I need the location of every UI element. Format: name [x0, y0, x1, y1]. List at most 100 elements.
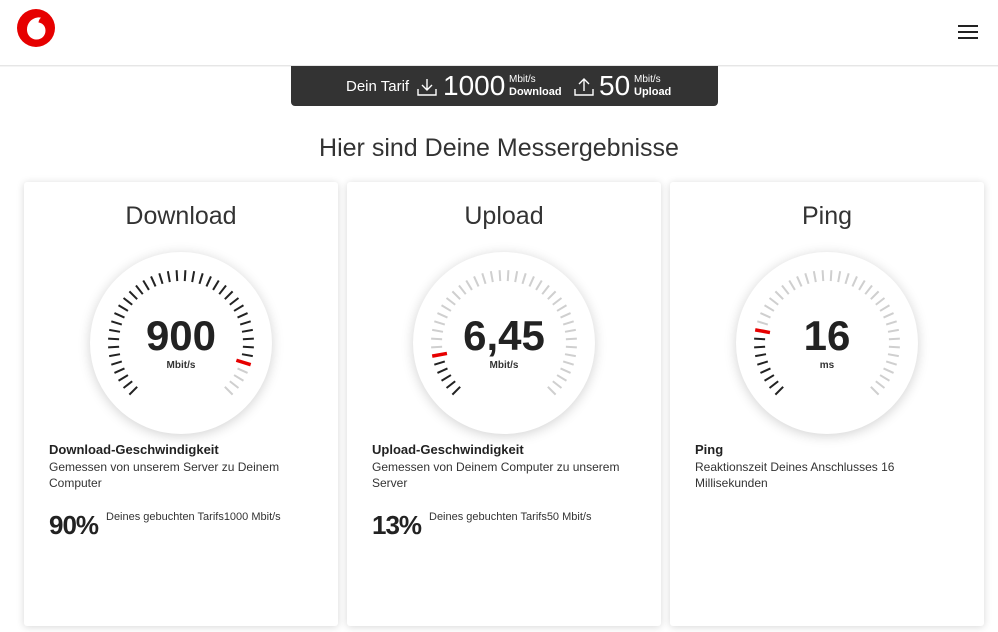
gauge-tick [441, 304, 452, 312]
gauge-tick [879, 374, 890, 382]
gauge-value: 900 [145, 312, 217, 359]
gauge-tick [229, 380, 240, 389]
gauge-tick [150, 276, 157, 287]
info-description: Gemessen von Deinem Computer zu unserem … [372, 460, 620, 490]
gauge-tick [451, 290, 461, 300]
gauge-tick [506, 270, 510, 282]
gauge-unit: Mbit/s [489, 360, 519, 371]
upload-gauge: 6,45 Mbit/s [413, 252, 595, 434]
gauge-tick [788, 280, 796, 291]
gauge-tick [233, 304, 244, 312]
info-description: Reaktionszeit Deines Anschlusses 16 Mill… [695, 460, 895, 490]
gauge-unit: Mbit/s [166, 360, 196, 371]
card-title: Upload [464, 202, 544, 230]
gauge-tick [796, 276, 803, 287]
gauge-tick [489, 271, 494, 283]
gauge-tick [183, 270, 187, 282]
gauge-tick [166, 271, 171, 283]
gauge-tick [829, 270, 833, 282]
gauge-tick [122, 297, 133, 306]
gauge-tick [224, 290, 234, 300]
gauge-tick [552, 297, 563, 306]
tarif-upload-value: 50 [599, 70, 631, 101]
gauge-tick [514, 271, 519, 283]
tarif-download-value: 1000 [443, 70, 506, 101]
gauge-tick [224, 386, 234, 396]
gauge-tick [175, 270, 179, 282]
gauge-tick [804, 273, 810, 285]
tarif-download-unit: Mbit/s Download [509, 74, 562, 98]
card-title: Ping [801, 202, 853, 230]
gauge-tick [764, 374, 775, 382]
info-title: Upload-Geschwindigkeit [372, 442, 524, 457]
gauge-tick [547, 386, 557, 396]
gauge-tick [451, 386, 461, 396]
gauge-unit: ms [819, 360, 835, 371]
gauge-tick [875, 380, 886, 389]
gauge-tick [528, 276, 535, 287]
gauge-tick [768, 297, 779, 306]
gauge-tick [118, 374, 129, 382]
tarif-bar: Dein Tarif 1000 Mbit/s Download 50 Mbit/… [291, 66, 718, 106]
gauge-tick [864, 284, 873, 295]
gauge-tick [158, 273, 164, 285]
gauge-tick [128, 386, 138, 396]
header [0, 0, 998, 66]
ping-gauge: 16 ms [736, 252, 918, 434]
upload-card: Upload 6,45 Mbit/s Upload-Geschwindigkei… [347, 182, 661, 626]
upload-icon [574, 78, 594, 96]
gauge-tick [128, 290, 138, 300]
ping-card: Ping 16 ms Ping Reaktionszeit Deines Ans… [670, 182, 984, 626]
download-card: Download 900 Mbit/s Download-Geschwindig… [24, 182, 338, 626]
gauge-tick [764, 304, 775, 312]
gauge-tick [535, 280, 543, 291]
gauge-tick [870, 290, 880, 300]
gauge-tick [547, 290, 557, 300]
vodafone-logo[interactable] [16, 8, 56, 48]
gauge-tick [498, 270, 502, 282]
gauge-tick [875, 297, 886, 306]
gauge-tick [879, 304, 890, 312]
gauge-tick [212, 280, 220, 291]
gauge-tick [837, 271, 842, 283]
gauge-tick [812, 271, 817, 283]
info-title: Ping [695, 442, 724, 457]
gauge-tick [774, 290, 784, 300]
card-title: Download [125, 202, 237, 230]
gauge-tick [858, 280, 866, 291]
gauge-tick [122, 380, 133, 389]
gauge-tick [233, 374, 244, 382]
info-description: Gemessen von unserem Server zu Deinem Co… [49, 460, 280, 490]
gauge-tick [191, 271, 196, 283]
gauge-tick [135, 284, 144, 295]
percent-text: Deines gebuchten Tarifs1000 Mbit/s [106, 511, 281, 523]
gauge-tick [556, 374, 567, 382]
gauge-tick [441, 374, 452, 382]
gauge-tick [821, 270, 825, 282]
gauge-tick [198, 273, 204, 285]
gauge-value: 16 [803, 312, 851, 359]
gauge-tick [481, 273, 487, 285]
info-title: Download-Geschwindigkeit [49, 442, 219, 457]
download-gauge: 900 Mbit/s [90, 252, 272, 434]
gauge-tick [556, 304, 567, 312]
gauge-tick [541, 284, 550, 295]
gauge-tick [465, 280, 473, 291]
download-icon [417, 79, 437, 96]
hamburger-icon[interactable] [956, 22, 980, 42]
gauge-tick [870, 386, 880, 396]
tarif-label: Dein Tarif [346, 78, 410, 95]
gauge-tick [445, 297, 456, 306]
gauge-tick [521, 273, 527, 285]
gauge-tick [142, 280, 150, 291]
gauge-tick [229, 297, 240, 306]
gauge-tick [458, 284, 467, 295]
gauge-tick [851, 276, 858, 287]
gauge-tick [552, 380, 563, 389]
percent-text: Deines gebuchten Tarifs50 Mbit/s [429, 511, 592, 523]
gauge-tick [844, 273, 850, 285]
tarif-upload-unit: Mbit/s Upload [634, 74, 672, 98]
gauge-tick [445, 380, 456, 389]
percent-value: 13% [372, 510, 422, 540]
gauge-tick [774, 386, 784, 396]
